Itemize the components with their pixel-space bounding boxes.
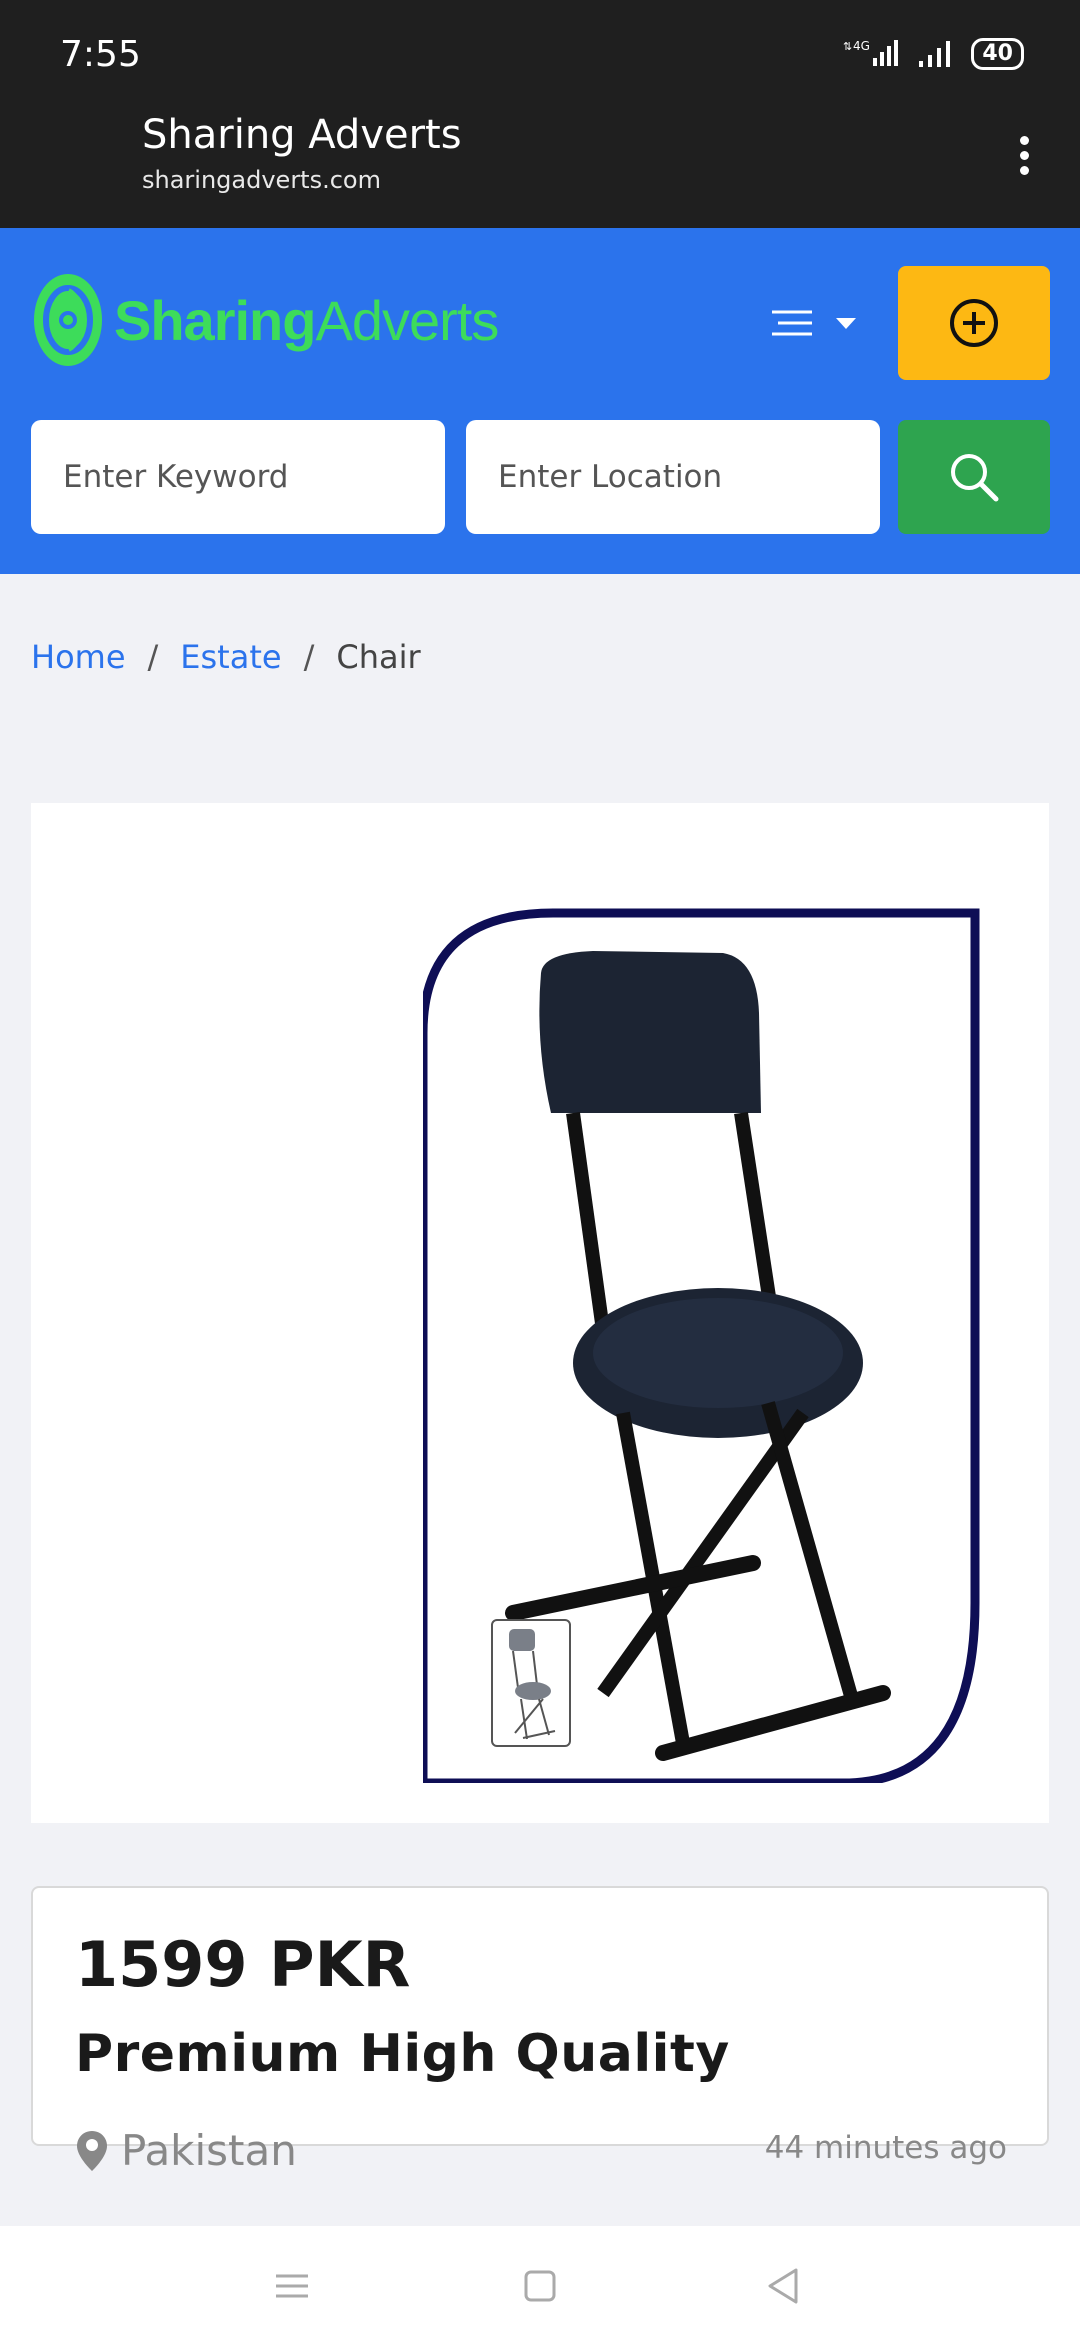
- chair-thumbnail: [509, 1629, 556, 1740]
- home-square-icon: [524, 2270, 556, 2302]
- breadcrumb: Home / Estate / Chair: [31, 638, 421, 676]
- gallery-thumbnail[interactable]: [491, 1619, 571, 1747]
- add-circle-icon: [950, 299, 998, 347]
- svg-text:⇅: ⇅: [843, 40, 852, 53]
- breadcrumb-home-link[interactable]: Home: [31, 638, 126, 676]
- breadcrumb-current: Chair: [336, 638, 421, 676]
- location-field[interactable]: [466, 420, 880, 534]
- listing-location: Pakistan: [75, 2126, 297, 2175]
- post-ad-button[interactable]: [898, 266, 1050, 380]
- logo-mark-icon: [34, 274, 102, 366]
- menu-lines-icon: [276, 2274, 308, 2298]
- logo-text-secondary: Adverts: [315, 288, 499, 352]
- browser-page-title: Sharing Adverts: [142, 112, 462, 158]
- signal-icon: [919, 41, 951, 67]
- svg-text:4G: 4G: [853, 39, 870, 53]
- listing-location-text: Pakistan: [121, 2126, 297, 2175]
- status-time: 7:55: [60, 34, 141, 75]
- location-pin-icon: [77, 2130, 107, 2171]
- listing-price: 1599 PKR: [75, 1928, 411, 2001]
- battery-indicator: 40: [971, 38, 1024, 70]
- mobile-data-icon: ⇅ 4G: [843, 39, 899, 66]
- listing-details-card: 1599 PKR Premium High Quality Pakistan 4…: [31, 1886, 1049, 2175]
- listing-image-gallery: [31, 803, 1049, 1823]
- keyword-field[interactable]: [31, 420, 445, 534]
- search-icon: [951, 454, 999, 502]
- listing-posted-time: 44 minutes ago: [764, 2130, 1007, 2166]
- breadcrumb-separator: /: [303, 638, 315, 676]
- browser-bar: Sharing Adverts sharingadverts.com: [0, 112, 1080, 228]
- breadcrumb-separator: /: [147, 638, 159, 676]
- site-logo[interactable]: SharingAdverts: [32, 270, 499, 370]
- more-options-icon[interactable]: [1004, 130, 1044, 200]
- browser-url[interactable]: sharingadverts.com: [142, 166, 381, 194]
- logo-text-primary: Sharing: [114, 288, 316, 352]
- system-navigation-bar: [0, 2226, 1080, 2340]
- home-button[interactable]: [520, 2266, 560, 2306]
- listing-title: Premium High Quality: [75, 2024, 730, 2084]
- search-button[interactable]: [898, 420, 1050, 534]
- keyword-input[interactable]: [61, 458, 445, 496]
- hamburger-menu-icon: [772, 310, 856, 336]
- site-header: SharingAdverts: [0, 228, 1080, 574]
- location-input[interactable]: [496, 458, 880, 496]
- status-bar: 7:55 ⇅ 4G 40: [0, 0, 1080, 112]
- menu-toggle-button[interactable]: [770, 302, 860, 352]
- recent-apps-button[interactable]: [272, 2266, 312, 2306]
- back-button[interactable]: [764, 2266, 804, 2306]
- breadcrumb-estate-link[interactable]: Estate: [180, 638, 281, 676]
- status-icons: ⇅ 4G 40: [843, 38, 1024, 70]
- logo-text: SharingAdverts: [114, 288, 499, 353]
- back-triangle-icon: [768, 2268, 798, 2304]
